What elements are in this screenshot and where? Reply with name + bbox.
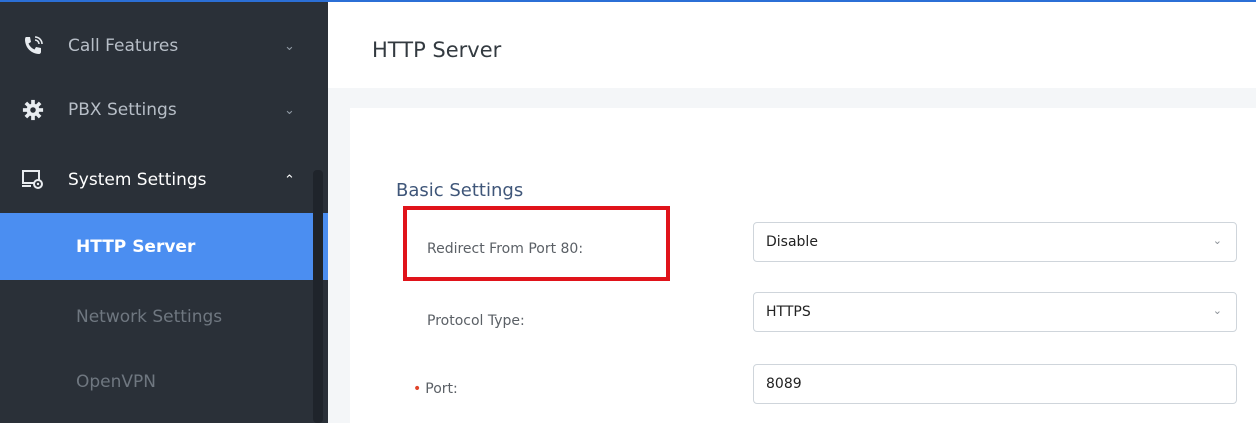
sidebar-item-label: PBX Settings <box>68 100 177 120</box>
gear-icon <box>20 97 46 123</box>
sidebar-item-system-settings[interactable]: System Settings ⌃ <box>0 148 313 212</box>
sidebar-item-label: System Settings <box>68 170 207 190</box>
protocol-type-value: HTTPS <box>766 304 811 320</box>
sidebar: Call Features ⌄ PBX Settings ⌄ System Se… <box>0 0 328 423</box>
page-header: HTTP Server <box>328 0 1256 88</box>
protocol-type-label: Protocol Type: <box>427 313 525 329</box>
highlight-box <box>403 206 670 281</box>
chevron-down-icon: ⌄ <box>1212 234 1222 247</box>
system-settings-icon <box>20 167 46 193</box>
chevron-down-icon: ⌄ <box>1212 304 1222 317</box>
sidebar-item-call-features[interactable]: Call Features ⌄ <box>0 14 313 78</box>
sidebar-subitem-network-settings[interactable]: Network Settings <box>0 283 328 350</box>
sidebar-scrollbar[interactable] <box>313 170 323 423</box>
phone-call-icon <box>20 33 46 59</box>
required-marker: • <box>413 381 422 397</box>
port-value: 8089 <box>766 376 802 392</box>
sidebar-item-label: Call Features <box>68 36 179 56</box>
protocol-type-select[interactable]: HTTPS ⌄ <box>753 292 1237 332</box>
sidebar-item-pbx-settings[interactable]: PBX Settings ⌄ <box>0 78 313 142</box>
page-title: HTTP Server <box>372 38 502 62</box>
redirect-port-select[interactable]: Disable ⌄ <box>753 222 1237 262</box>
sidebar-subitem-http-server[interactable]: HTTP Server <box>0 213 328 280</box>
sidebar-subitem-openvpn[interactable]: OpenVPN <box>0 348 328 415</box>
chevron-down-icon: ⌄ <box>284 38 295 54</box>
redirect-port-value: Disable <box>766 234 818 250</box>
section-title: Basic Settings <box>396 180 524 201</box>
chevron-up-icon: ⌃ <box>284 172 295 188</box>
sidebar-subitem-label: Network Settings <box>76 306 223 327</box>
port-input[interactable]: 8089 <box>753 364 1237 404</box>
sidebar-subitem-label: HTTP Server <box>76 236 196 257</box>
port-label-text: Port: <box>425 381 458 397</box>
sidebar-subitem-label: OpenVPN <box>76 371 157 392</box>
port-label: • Port: <box>413 381 458 397</box>
chevron-down-icon: ⌄ <box>284 102 295 118</box>
